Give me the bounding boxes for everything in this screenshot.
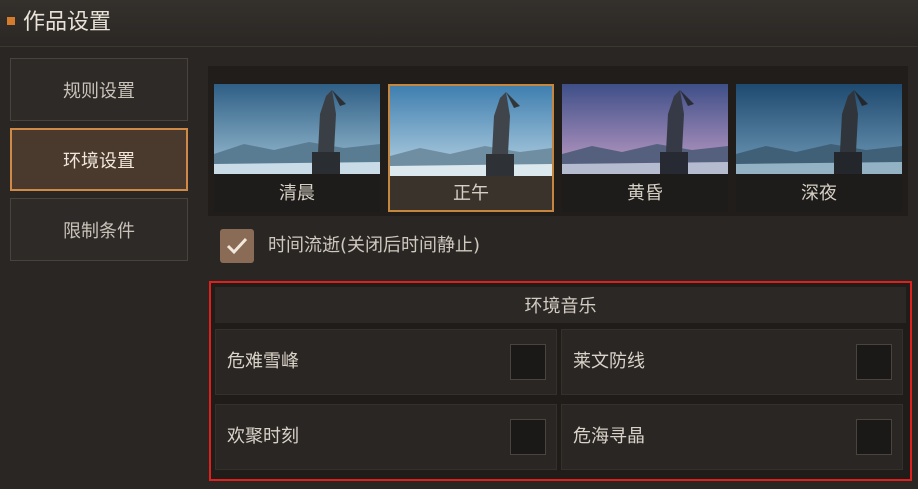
music-track-checkbox[interactable] bbox=[510, 419, 546, 455]
music-track-sea-crystal[interactable]: 危海寻晶 bbox=[561, 404, 903, 470]
ambient-music-header: 环境音乐 bbox=[215, 287, 906, 323]
nav-item-label: 环境设置 bbox=[63, 150, 135, 172]
page-title: 作品设置 bbox=[23, 10, 112, 35]
music-track-raven-line[interactable]: 莱文防线 bbox=[561, 329, 903, 395]
music-track-joyful-moment[interactable]: 欢聚时刻 bbox=[215, 404, 557, 470]
music-track-label: 欢聚时刻 bbox=[227, 426, 299, 447]
time-option-noon[interactable]: 正午 bbox=[388, 84, 554, 212]
time-option-night[interactable]: 深夜 bbox=[736, 84, 902, 212]
time-option-label: 黄昏 bbox=[627, 183, 663, 204]
time-option-label: 清晨 bbox=[279, 183, 315, 204]
music-track-checkbox[interactable] bbox=[510, 344, 546, 380]
dusk-preview-image bbox=[562, 84, 728, 174]
nav-restrictions[interactable]: 限制条件 bbox=[10, 198, 188, 261]
dawn-preview-image bbox=[214, 84, 380, 174]
checkmark-icon bbox=[226, 237, 248, 255]
music-track-checkbox[interactable] bbox=[856, 344, 892, 380]
time-option-label: 深夜 bbox=[801, 183, 837, 204]
title-accent-marker bbox=[7, 17, 15, 25]
music-track-checkbox[interactable] bbox=[856, 419, 892, 455]
noon-preview-image bbox=[390, 86, 552, 176]
time-flow-label: 时间流逝(关闭后时间静止) bbox=[268, 235, 481, 256]
time-option-dusk[interactable]: 黄昏 bbox=[562, 84, 728, 212]
nav-item-label: 限制条件 bbox=[63, 220, 135, 242]
music-track-label: 莱文防线 bbox=[573, 351, 645, 372]
music-track-danger-peak[interactable]: 危难雪峰 bbox=[215, 329, 557, 395]
nav-item-label: 规则设置 bbox=[63, 80, 135, 102]
time-option-dawn[interactable]: 清晨 bbox=[214, 84, 380, 212]
time-option-label: 正午 bbox=[453, 183, 489, 204]
nav-rules-settings[interactable]: 规则设置 bbox=[10, 58, 188, 121]
ambient-music-panel: 环境音乐 危难雪峰 莱文防线 欢聚时刻 危海寻晶 bbox=[209, 281, 912, 481]
title-bar: 作品设置 bbox=[0, 0, 918, 47]
music-track-label: 危难雪峰 bbox=[227, 351, 299, 372]
music-track-label: 危海寻晶 bbox=[573, 426, 645, 447]
time-flow-checkbox[interactable] bbox=[220, 229, 254, 263]
night-preview-image bbox=[736, 84, 902, 174]
nav-environment-settings[interactable]: 环境设置 bbox=[10, 128, 188, 191]
